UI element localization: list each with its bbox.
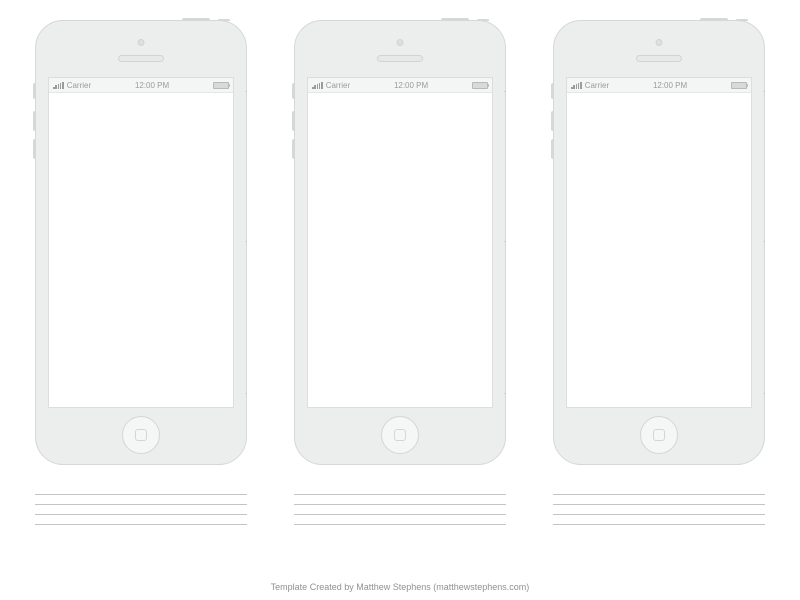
note-line [35,515,247,525]
earpiece-icon [118,55,164,62]
mute-switch [551,83,554,99]
antenna-seam [245,393,247,394]
phone-column: Carrier 12:00 PM [553,20,765,525]
home-button-icon [135,429,147,441]
battery-icon [472,82,488,89]
volume-down-button [292,139,295,159]
note-line [35,505,247,515]
phone-screen: Carrier 12:00 PM [307,77,493,408]
note-line [294,505,506,515]
signal-bars-icon [53,82,64,89]
mute-switch [33,83,36,99]
home-button[interactable] [122,416,160,454]
status-bar: Carrier 12:00 PM [49,78,233,93]
battery-icon [213,82,229,89]
antenna-seam [763,241,765,242]
notes-lines [294,485,506,525]
lock-button [477,19,489,21]
status-bar: Carrier 12:00 PM [308,78,492,93]
carrier-label: Carrier [67,81,91,90]
home-button[interactable] [640,416,678,454]
antenna-seam [504,393,506,394]
battery-icon [731,82,747,89]
camera-sensor-icon [656,39,663,46]
phone-column: Carrier 12:00 PM [294,20,506,525]
volume-up-button [551,111,554,131]
time-label: 12:00 PM [135,81,169,90]
power-button [441,18,469,21]
volume-down-button [33,139,36,159]
antenna-seam [245,91,247,92]
carrier-label: Carrier [585,81,609,90]
notes-lines [35,485,247,525]
time-label: 12:00 PM [394,81,428,90]
notes-lines [553,485,765,525]
camera-sensor-icon [397,39,404,46]
note-line [35,485,247,495]
note-line [35,495,247,505]
power-button [700,18,728,21]
camera-sensor-icon [138,39,145,46]
note-line [553,505,765,515]
status-bar-left: Carrier [571,81,609,90]
volume-down-button [551,139,554,159]
status-bar-left: Carrier [312,81,350,90]
volume-up-button [292,111,295,131]
note-line [294,495,506,505]
time-label: 12:00 PM [653,81,687,90]
credit-line: Template Created by Matthew Stephens (ma… [0,582,800,592]
lock-button [218,19,230,21]
note-line [294,515,506,525]
antenna-seam [763,393,765,394]
earpiece-icon [377,55,423,62]
volume-up-button [33,111,36,131]
phone-column: Carrier 12:00 PM [35,20,247,525]
phone-frame: Carrier 12:00 PM [553,20,765,465]
antenna-seam [504,241,506,242]
carrier-label: Carrier [326,81,350,90]
home-button-icon [394,429,406,441]
antenna-seam [504,91,506,92]
note-line [553,495,765,505]
status-bar: Carrier 12:00 PM [567,78,751,93]
status-bar-left: Carrier [53,81,91,90]
power-button [182,18,210,21]
phone-screen: Carrier 12:00 PM [566,77,752,408]
phone-frame: Carrier 12:00 PM [35,20,247,465]
antenna-seam [763,91,765,92]
phone-screen: Carrier 12:00 PM [48,77,234,408]
signal-bars-icon [571,82,582,89]
note-line [553,515,765,525]
home-button[interactable] [381,416,419,454]
phone-frame: Carrier 12:00 PM [294,20,506,465]
home-button-icon [653,429,665,441]
note-line [294,485,506,495]
phones-row: Carrier 12:00 PM [0,0,800,525]
mute-switch [292,83,295,99]
antenna-seam [245,241,247,242]
lock-button [736,19,748,21]
signal-bars-icon [312,82,323,89]
note-line [553,485,765,495]
earpiece-icon [636,55,682,62]
